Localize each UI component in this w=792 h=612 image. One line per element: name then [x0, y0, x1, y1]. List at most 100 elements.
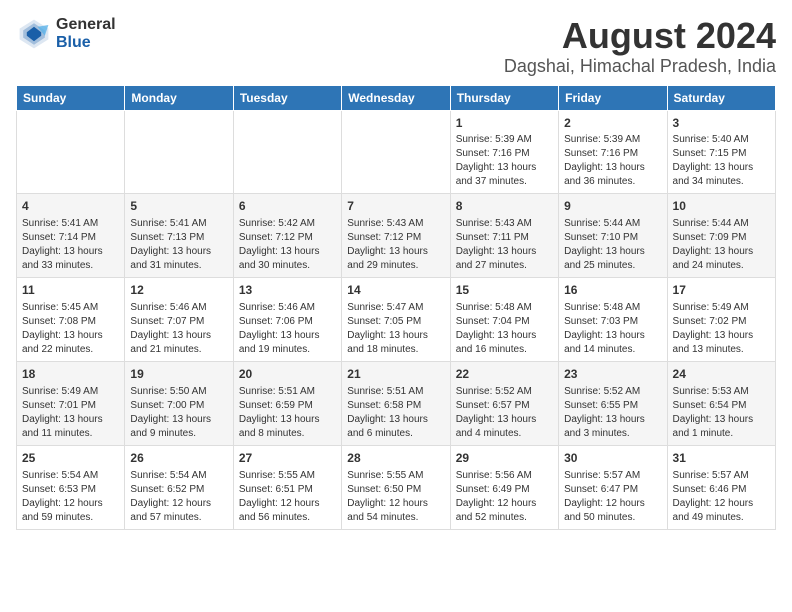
- header-day-friday: Friday: [559, 85, 667, 110]
- day-info: Sunrise: 5:54 AM Sunset: 6:53 PM Dayligh…: [22, 469, 119, 525]
- logo-subtext: Blue: [56, 34, 116, 52]
- week-row-1: 1 Sunrise: 5:39 AM Sunset: 7:16 PM Daylig…: [17, 110, 776, 194]
- calendar-cell: 22Sunrise: 5:52 AM Sunset: 6:57 PM Dayli…: [450, 361, 558, 445]
- calendar-cell: 24Sunrise: 5:53 AM Sunset: 6:54 PM Dayli…: [667, 361, 775, 445]
- day-number: 10: [673, 198, 770, 215]
- logo-text: General: [56, 16, 116, 34]
- calendar-cell: 28 Sunrise: 5:55 AM Sunset: 6:50 PM Dayli…: [342, 445, 450, 529]
- title-block: August 2024 Dagshai, Himachal Pradesh, I…: [504, 16, 776, 77]
- calendar-cell: 26Sunrise: 5:54 AM Sunset: 6:52 PM Dayli…: [125, 445, 233, 529]
- day-info: Sunrise: 5:51 AM Sunset: 6:59 PM Dayligh…: [239, 385, 336, 441]
- day-number: 12: [130, 282, 227, 299]
- day-info: Sunrise: 5:39 AM Sunset: 7:16 PM Dayligh…: [564, 133, 661, 189]
- logo-icon: [16, 16, 52, 52]
- day-info: Sunrise: 5:57 AM Sunset: 6:47 PM Dayligh…: [564, 469, 661, 525]
- calendar-cell: 21 Sunrise: 5:51 AM Sunset: 6:58 PM Dayli…: [342, 361, 450, 445]
- calendar-cell: 12 Sunrise: 5:46 AM Sunset: 7:07 PM Dayli…: [125, 278, 233, 362]
- day-info: Sunrise: 5:50 AM Sunset: 7:00 PM Dayligh…: [130, 385, 227, 441]
- calendar-cell: 20 Sunrise: 5:51 AM Sunset: 6:59 PM Dayli…: [233, 361, 341, 445]
- page-header: General Blue August 2024 Dagshai, Himach…: [16, 16, 776, 77]
- day-info: Sunrise: 5:53 AM Sunset: 6:54 PM Dayligh…: [673, 385, 770, 441]
- day-number: 5: [130, 198, 227, 215]
- day-info: Sunrise: 5:49 AM Sunset: 7:01 PM Dayligh…: [22, 385, 119, 441]
- day-info: Sunrise: 5:46 AM Sunset: 7:06 PM Dayligh…: [239, 301, 336, 357]
- day-number: 13: [239, 282, 336, 299]
- day-info: Sunrise: 5:47 AM Sunset: 7:05 PM Dayligh…: [347, 301, 444, 357]
- calendar-cell: 11 Sunrise: 5:45 AM Sunset: 7:08 PM Dayli…: [17, 278, 125, 362]
- day-number: 22: [456, 366, 553, 383]
- calendar-cell: 23Sunrise: 5:52 AM Sunset: 6:55 PM Dayli…: [559, 361, 667, 445]
- day-number: 1: [456, 115, 553, 132]
- day-number: 25: [22, 450, 119, 467]
- week-row-2: 4 Sunrise: 5:41 AM Sunset: 7:14 PM Daylig…: [17, 194, 776, 278]
- day-number: 23: [564, 366, 661, 383]
- day-number: 11: [22, 282, 119, 299]
- day-number: 30: [564, 450, 661, 467]
- header-day-monday: Monday: [125, 85, 233, 110]
- day-number: 28: [347, 450, 444, 467]
- day-info: Sunrise: 5:42 AM Sunset: 7:12 PM Dayligh…: [239, 217, 336, 273]
- calendar-cell: [125, 110, 233, 194]
- calendar-cell: 15Sunrise: 5:48 AM Sunset: 7:04 PM Dayli…: [450, 278, 558, 362]
- day-info: Sunrise: 5:55 AM Sunset: 6:51 PM Dayligh…: [239, 469, 336, 525]
- calendar-cell: 29 Sunrise: 5:56 AM Sunset: 6:49 PM Dayli…: [450, 445, 558, 529]
- day-number: 8: [456, 198, 553, 215]
- calendar-cell: 31 Sunrise: 5:57 AM Sunset: 6:46 PM Dayli…: [667, 445, 775, 529]
- day-number: 4: [22, 198, 119, 215]
- header-day-sunday: Sunday: [17, 85, 125, 110]
- calendar-body: 1 Sunrise: 5:39 AM Sunset: 7:16 PM Daylig…: [17, 110, 776, 529]
- day-number: 17: [673, 282, 770, 299]
- day-info: Sunrise: 5:41 AM Sunset: 7:14 PM Dayligh…: [22, 217, 119, 273]
- day-number: 6: [239, 198, 336, 215]
- week-row-3: 11 Sunrise: 5:45 AM Sunset: 7:08 PM Dayli…: [17, 278, 776, 362]
- day-info: Sunrise: 5:57 AM Sunset: 6:46 PM Dayligh…: [673, 469, 770, 525]
- day-number: 29: [456, 450, 553, 467]
- day-info: Sunrise: 5:49 AM Sunset: 7:02 PM Dayligh…: [673, 301, 770, 357]
- calendar-cell: 13 Sunrise: 5:46 AM Sunset: 7:06 PM Dayli…: [233, 278, 341, 362]
- day-info: Sunrise: 5:51 AM Sunset: 6:58 PM Dayligh…: [347, 385, 444, 441]
- day-info: Sunrise: 5:44 AM Sunset: 7:09 PM Dayligh…: [673, 217, 770, 273]
- calendar-cell: 25 Sunrise: 5:54 AM Sunset: 6:53 PM Dayli…: [17, 445, 125, 529]
- calendar-cell: 14Sunrise: 5:47 AM Sunset: 7:05 PM Dayli…: [342, 278, 450, 362]
- calendar-cell: [342, 110, 450, 194]
- calendar-cell: 3Sunrise: 5:40 AM Sunset: 7:15 PM Daylig…: [667, 110, 775, 194]
- day-info: Sunrise: 5:46 AM Sunset: 7:07 PM Dayligh…: [130, 301, 227, 357]
- calendar-cell: 2Sunrise: 5:39 AM Sunset: 7:16 PM Daylig…: [559, 110, 667, 194]
- calendar-cell: [17, 110, 125, 194]
- day-number: 3: [673, 115, 770, 132]
- header-day-saturday: Saturday: [667, 85, 775, 110]
- calendar-cell: 18 Sunrise: 5:49 AM Sunset: 7:01 PM Dayli…: [17, 361, 125, 445]
- calendar-cell: 19 Sunrise: 5:50 AM Sunset: 7:00 PM Dayli…: [125, 361, 233, 445]
- day-number: 9: [564, 198, 661, 215]
- day-number: 18: [22, 366, 119, 383]
- day-number: 31: [673, 450, 770, 467]
- calendar-table: SundayMondayTuesdayWednesdayThursdayFrid…: [16, 85, 776, 530]
- header-day-wednesday: Wednesday: [342, 85, 450, 110]
- day-number: 20: [239, 366, 336, 383]
- day-number: 27: [239, 450, 336, 467]
- calendar-cell: 5 Sunrise: 5:41 AM Sunset: 7:13 PM Daylig…: [125, 194, 233, 278]
- day-info: Sunrise: 5:56 AM Sunset: 6:49 PM Dayligh…: [456, 469, 553, 525]
- day-number: 19: [130, 366, 227, 383]
- calendar-cell: 8Sunrise: 5:43 AM Sunset: 7:11 PM Daylig…: [450, 194, 558, 278]
- day-info: Sunrise: 5:40 AM Sunset: 7:15 PM Dayligh…: [673, 133, 770, 189]
- day-info: Sunrise: 5:45 AM Sunset: 7:08 PM Dayligh…: [22, 301, 119, 357]
- calendar-cell: 4 Sunrise: 5:41 AM Sunset: 7:14 PM Daylig…: [17, 194, 125, 278]
- day-number: 21: [347, 366, 444, 383]
- day-info: Sunrise: 5:43 AM Sunset: 7:12 PM Dayligh…: [347, 217, 444, 273]
- day-info: Sunrise: 5:55 AM Sunset: 6:50 PM Dayligh…: [347, 469, 444, 525]
- header-row: SundayMondayTuesdayWednesdayThursdayFrid…: [17, 85, 776, 110]
- calendar-cell: 6 Sunrise: 5:42 AM Sunset: 7:12 PM Daylig…: [233, 194, 341, 278]
- header-day-tuesday: Tuesday: [233, 85, 341, 110]
- calendar-cell: 17 Sunrise: 5:49 AM Sunset: 7:02 PM Dayli…: [667, 278, 775, 362]
- page-subtitle: Dagshai, Himachal Pradesh, India: [504, 56, 776, 77]
- week-row-4: 18 Sunrise: 5:49 AM Sunset: 7:01 PM Dayli…: [17, 361, 776, 445]
- day-info: Sunrise: 5:54 AM Sunset: 6:52 PM Dayligh…: [130, 469, 227, 525]
- week-row-5: 25 Sunrise: 5:54 AM Sunset: 6:53 PM Dayli…: [17, 445, 776, 529]
- calendar-header: SundayMondayTuesdayWednesdayThursdayFrid…: [17, 85, 776, 110]
- day-info: Sunrise: 5:41 AM Sunset: 7:13 PM Dayligh…: [130, 217, 227, 273]
- calendar-cell: 9Sunrise: 5:44 AM Sunset: 7:10 PM Daylig…: [559, 194, 667, 278]
- page-title: August 2024: [504, 16, 776, 56]
- calendar-cell: 16Sunrise: 5:48 AM Sunset: 7:03 PM Dayli…: [559, 278, 667, 362]
- day-number: 2: [564, 115, 661, 132]
